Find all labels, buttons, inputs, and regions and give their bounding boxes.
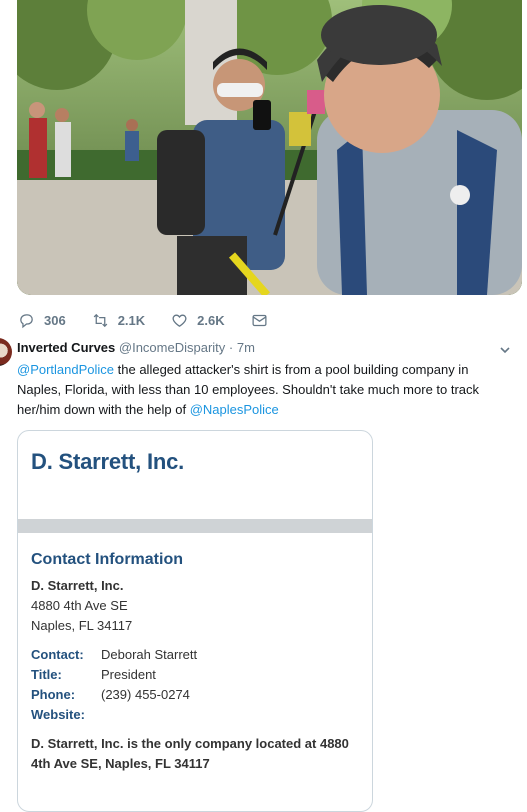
section-title: Contact Information xyxy=(31,551,183,568)
author-handle[interactable]: @IncomeDisparity xyxy=(119,340,225,355)
link-card[interactable]: D. Starrett, Inc. Contact Information D.… xyxy=(17,430,373,812)
contact-fields: Contact: Deborah Starrett Title: Preside… xyxy=(31,645,197,725)
mention-link[interactable]: @NaplesPolice xyxy=(190,402,279,417)
divider xyxy=(18,519,372,533)
mention-link[interactable]: @PortlandPolice xyxy=(17,362,114,377)
tweet-photo[interactable] xyxy=(17,0,522,295)
reply-text: @PortlandPolice the alleged attacker's s… xyxy=(17,360,507,420)
avatar[interactable] xyxy=(0,338,12,366)
field-value: Deborah Starrett xyxy=(101,647,198,662)
retweet-icon xyxy=(93,313,108,327)
like-button[interactable]: 2.6K xyxy=(171,312,225,329)
field-value: President xyxy=(101,667,156,682)
retweet-count: 2.1K xyxy=(117,312,146,328)
phone-row: Phone: (239) 455-0274 xyxy=(31,685,197,705)
reply-icon xyxy=(20,313,33,328)
envelope-icon xyxy=(252,314,267,326)
field-label: Phone: xyxy=(31,687,76,702)
reply-header: Inverted Curves @IncomeDisparity · 7m xyxy=(17,340,517,356)
reply-count: 306 xyxy=(44,312,66,328)
reply-button[interactable]: 306 xyxy=(18,312,66,329)
separator-dot: · xyxy=(228,340,234,355)
address-line: Naples, FL 34117 xyxy=(31,618,133,633)
address-block: D. Starrett, Inc. 4880 4th Ave SE Naples… xyxy=(31,576,132,636)
card-title: D. Starrett, Inc. xyxy=(31,449,185,474)
author-name[interactable]: Inverted Curves xyxy=(17,340,115,355)
direct-message-button[interactable] xyxy=(251,312,277,329)
field-label: Title: xyxy=(31,667,62,682)
timestamp[interactable]: 7m xyxy=(237,340,255,355)
field-value: (239) 455-0274 xyxy=(101,687,190,702)
retweet-button[interactable]: 2.1K xyxy=(92,312,145,329)
contact-row: Contact: Deborah Starrett xyxy=(31,645,197,665)
like-count: 2.6K xyxy=(197,312,225,328)
heart-icon xyxy=(172,314,187,327)
tweet-action-bar: 306 2.1K 2.6K xyxy=(18,308,303,332)
company-name: D. Starrett, Inc. xyxy=(31,578,124,593)
field-label: Contact: xyxy=(31,647,84,662)
title-row: Title: President xyxy=(31,665,197,685)
address-line: 4880 4th Ave SE xyxy=(31,598,128,613)
field-label: Website: xyxy=(31,707,85,722)
chevron-down-icon[interactable] xyxy=(499,344,511,356)
website-row: Website: xyxy=(31,705,197,725)
card-note: D. Starrett, Inc. is the only company lo… xyxy=(31,736,349,771)
